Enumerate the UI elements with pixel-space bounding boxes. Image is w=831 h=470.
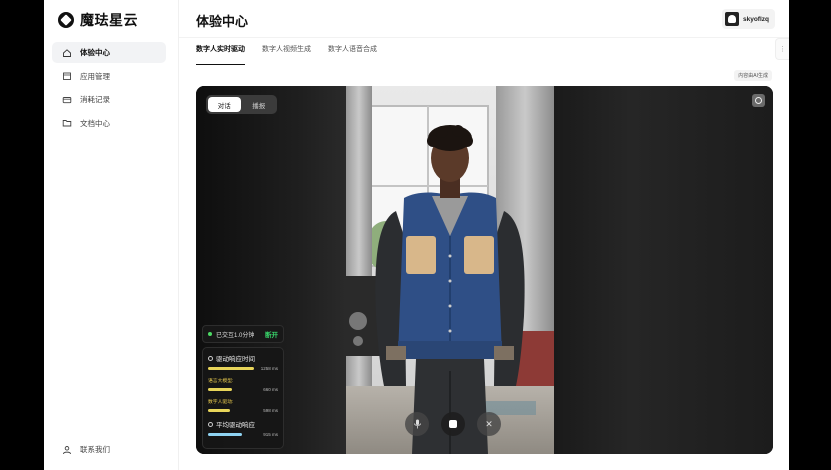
drive-response-title: 驱动响应时间 [216, 356, 255, 363]
card-icon [62, 95, 72, 105]
mode-toggle: 对话 播报 [206, 95, 277, 114]
microphone-icon[interactable] [405, 412, 429, 436]
language-model-label: 语言大模型: [208, 379, 234, 384]
tab-speech-synthesis[interactable]: 数字人语音合成 [328, 44, 377, 65]
session-duration: 已交互1.0分钟 [216, 332, 255, 339]
sidebar-item-label: 体验中心 [80, 48, 110, 57]
drive-response-header: 驱动响应时间 [208, 353, 278, 363]
mode-broadcast-button[interactable]: 播报 [243, 97, 276, 112]
digital-human-video [346, 86, 554, 454]
avg-response-bar [208, 433, 242, 436]
app-window: 魔珐星云 体验中心 应用管理 消耗记录 文档中心 联系我们 体验中心 skyof… [44, 0, 789, 470]
sidebar-item-app-management[interactable]: 应用管理 [52, 66, 166, 87]
brand-logo-icon [58, 12, 74, 28]
sidebar-item-label: 应用管理 [80, 71, 110, 81]
stage-background-right [554, 86, 773, 454]
sidebar: 魔珐星云 体验中心 应用管理 消耗记录 文档中心 联系我们 [44, 0, 179, 470]
person-icon [62, 445, 72, 455]
status-dot-icon [208, 332, 212, 336]
sidebar-item-experience-center[interactable]: 体验中心 [52, 42, 166, 63]
digital-human-drive-row: 598 ms [208, 408, 278, 413]
ai-generated-badge: 内容由AI生成 [734, 70, 772, 81]
top-header: 体验中心 skyoflzq [179, 0, 789, 38]
drag-handle-icon[interactable]: ⋮ [775, 38, 789, 60]
stop-button[interactable] [441, 412, 465, 436]
latency-metrics-panel: 驱动响应时间 1258 ms 语言大模型: 660 ms 数字人驱动: 598 … [202, 347, 284, 449]
language-model-bar [208, 388, 232, 391]
clock-icon [208, 421, 213, 427]
digital-human-stage: 对话 播报 已交互1.0分钟 断开 驱动响应时间 1258 ms 语言大模型: … [196, 86, 773, 454]
contact-us-label: 联系我们 [80, 445, 110, 454]
avg-response-title: 平均驱动响应 [216, 422, 255, 429]
home-icon [62, 48, 72, 58]
language-model-row: 660 ms [208, 387, 278, 392]
brand[interactable]: 魔珐星云 [58, 10, 138, 30]
digital-human-drive-bar [208, 409, 230, 412]
close-icon[interactable]: ✕ [477, 412, 501, 436]
drive-response-row: 1258 ms [208, 366, 278, 371]
sidebar-item-label: 消耗记录 [80, 95, 110, 104]
info-icon[interactable] [752, 94, 765, 107]
digital-human-drive-label: 数字人驱动: [208, 400, 234, 405]
sidebar-nav: 体验中心 应用管理 消耗记录 文档中心 [52, 42, 166, 136]
drive-response-value: 1258 ms [260, 366, 278, 371]
call-controls: ✕ [405, 412, 501, 436]
calendar-icon [62, 71, 72, 81]
language-model-value: 660 ms [263, 387, 278, 392]
sidebar-item-label: 文档中心 [80, 118, 110, 128]
contact-us-link[interactable]: 联系我们 [62, 444, 110, 455]
clock-icon [208, 355, 213, 361]
stop-icon [449, 420, 457, 428]
digital-human-drive-value: 598 ms [263, 408, 278, 413]
folder-icon [62, 118, 72, 128]
disconnect-button[interactable]: 断开 [265, 329, 278, 339]
session-status: 已交互1.0分钟 断开 [202, 325, 284, 343]
avg-response-header: 平均驱动响应 [208, 419, 278, 429]
sidebar-item-consumption-records[interactable]: 消耗记录 [52, 89, 166, 110]
avatar [724, 12, 739, 26]
avg-response-row: 915 ms [208, 432, 278, 437]
sidebar-item-document-center[interactable]: 文档中心 [52, 113, 166, 134]
brand-name: 魔珐星云 [80, 12, 138, 28]
tab-bar: 数字人实时驱动 数字人视频生成 数字人语音合成 [196, 44, 377, 65]
tab-video-generation[interactable]: 数字人视频生成 [262, 44, 311, 65]
user-menu[interactable]: skyoflzq [721, 9, 775, 29]
tab-realtime-drive[interactable]: 数字人实时驱动 [196, 44, 245, 65]
page-title: 体验中心 [196, 14, 249, 29]
avg-response-value: 915 ms [263, 432, 278, 437]
avatar-scene-image [346, 86, 554, 454]
drive-response-bar [208, 367, 254, 370]
mode-dialog-button[interactable]: 对话 [208, 97, 241, 112]
username: skyoflzq [742, 15, 769, 23]
